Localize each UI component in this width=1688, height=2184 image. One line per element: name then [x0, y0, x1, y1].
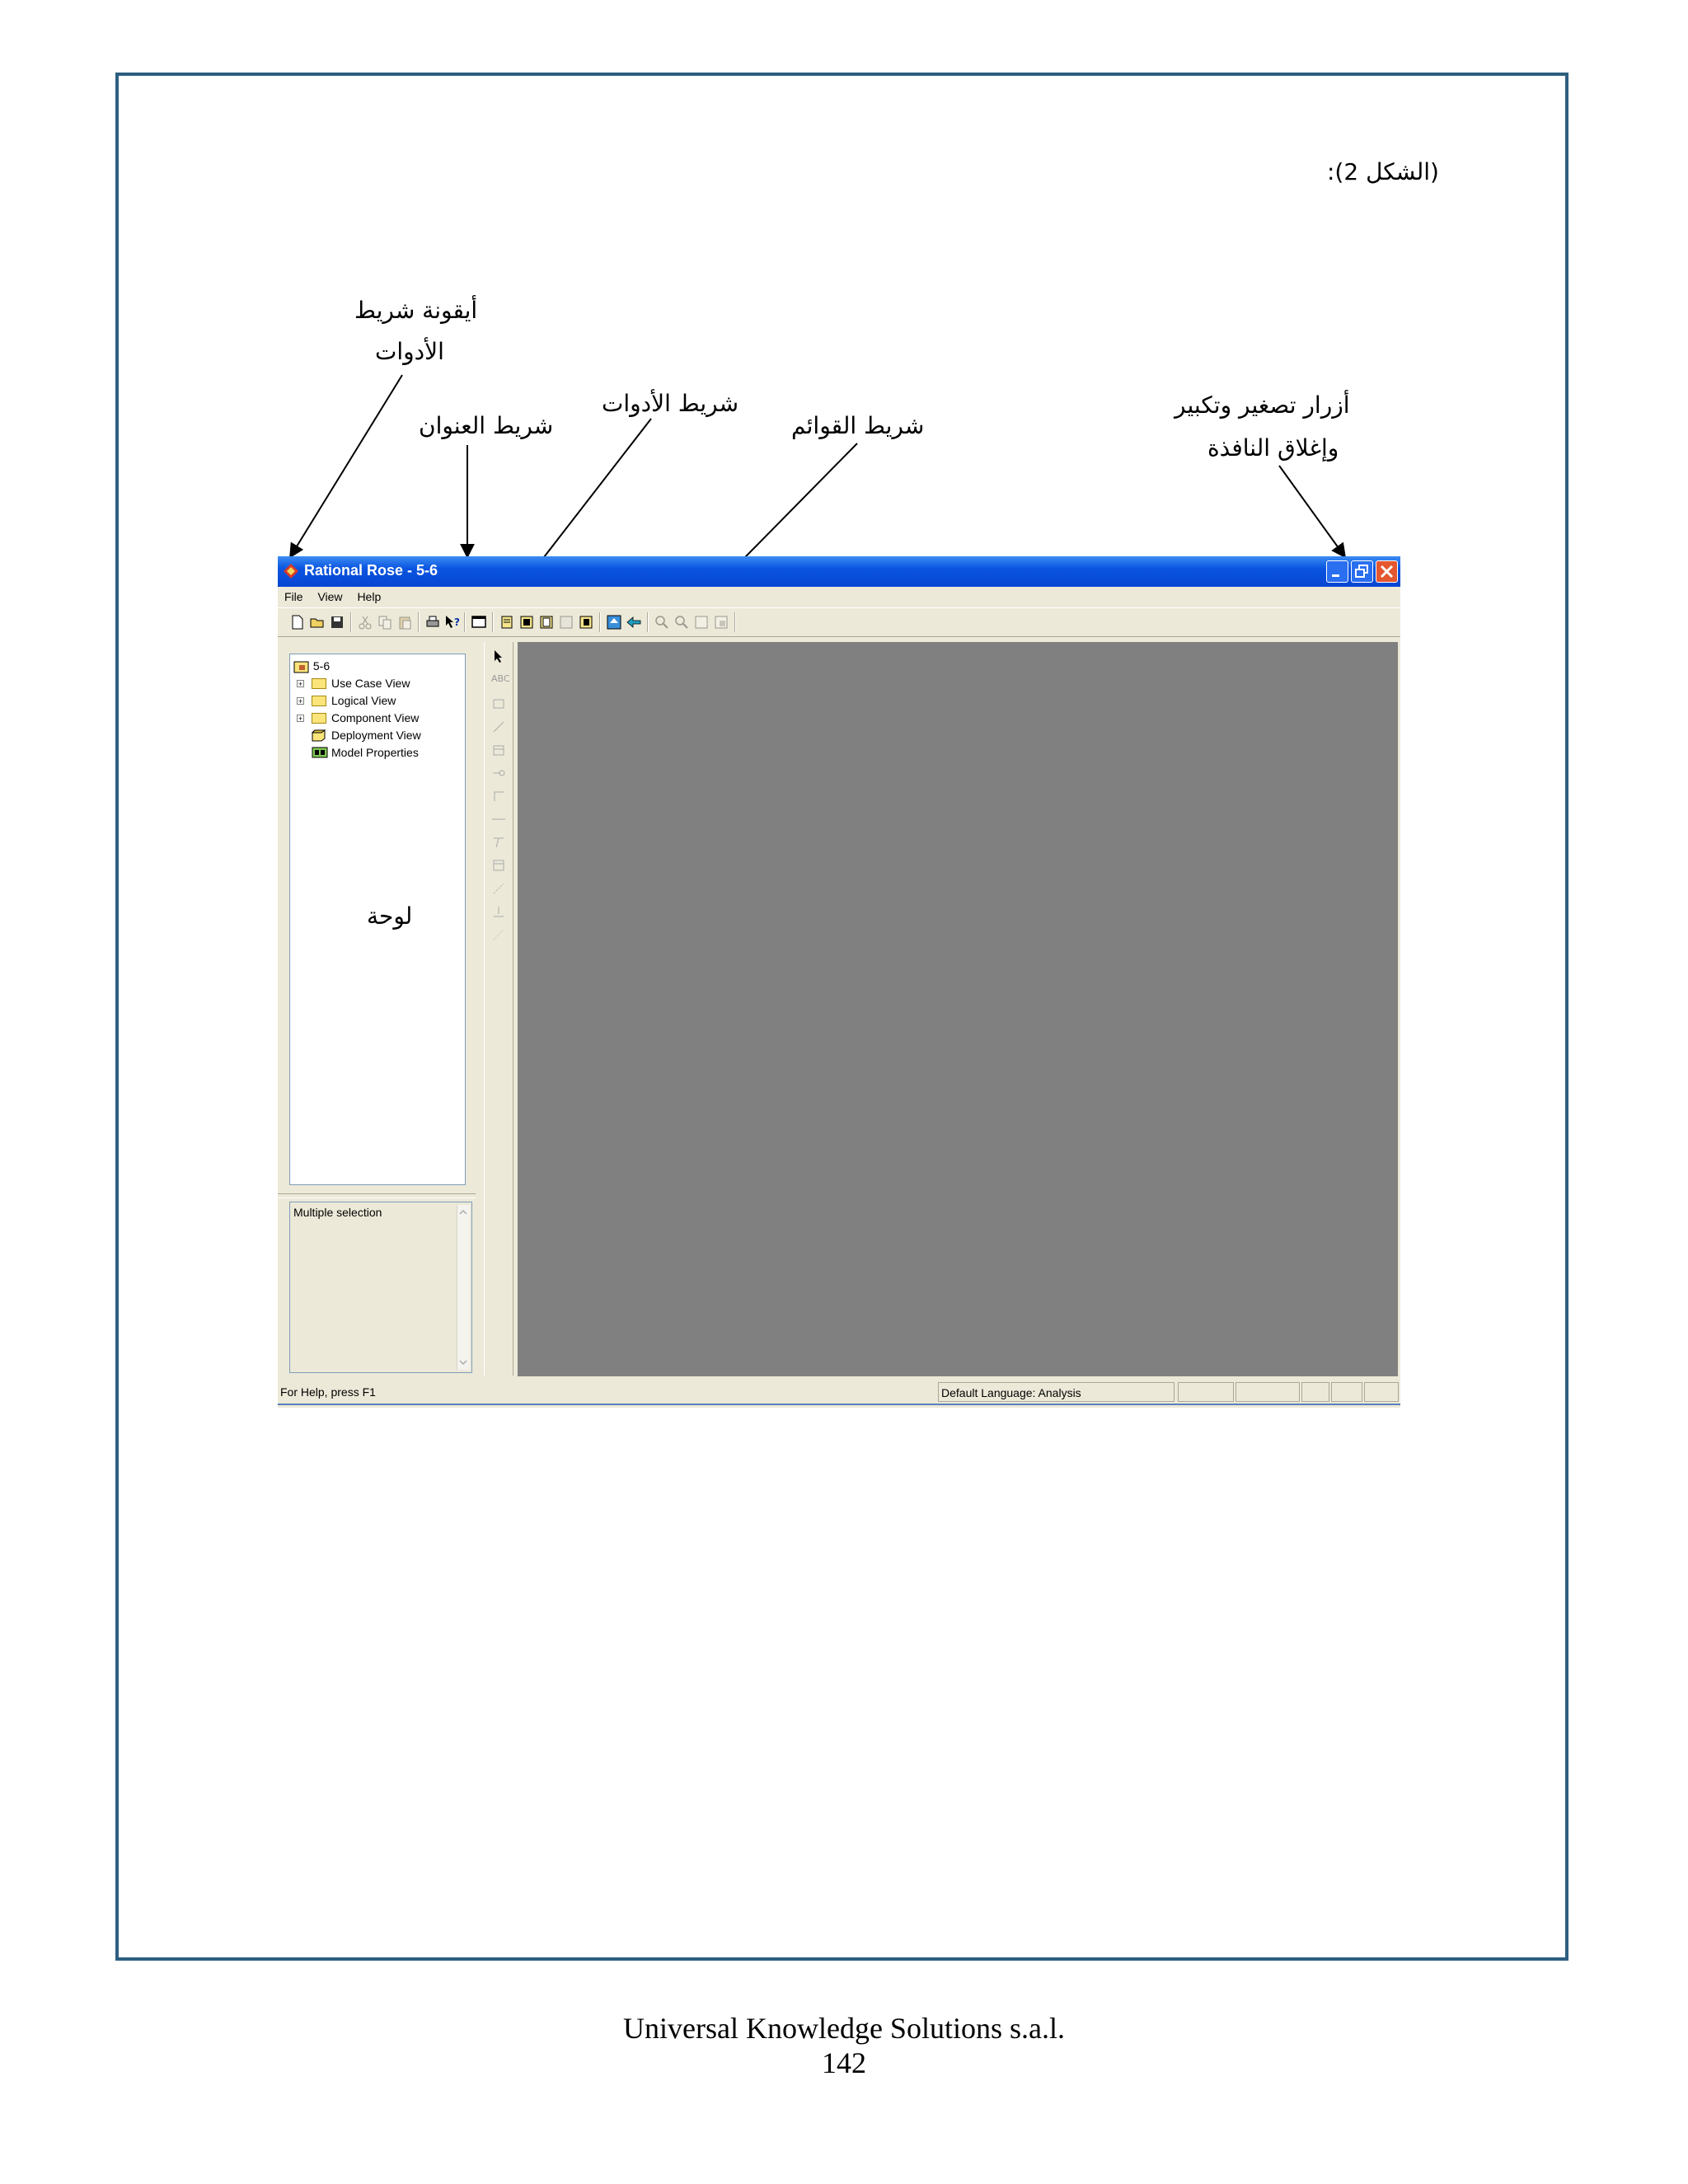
svg-text:?: ?: [454, 616, 460, 628]
status-pane: [1236, 1382, 1300, 1402]
fit-in-window-icon[interactable]: [693, 614, 710, 630]
close-icon: [1380, 565, 1394, 579]
menu-view[interactable]: View: [317, 587, 342, 607]
deployment-icon: [312, 729, 326, 742]
class-diagram-icon[interactable]: [538, 614, 555, 630]
back-arrow-icon[interactable]: [626, 614, 642, 630]
expand-icon[interactable]: +: [297, 715, 304, 723]
menu-bar: File View Help: [278, 587, 1400, 607]
generalization-icon[interactable]: [491, 835, 506, 850]
anchor-note-icon[interactable]: [491, 719, 506, 734]
context-help-icon[interactable]: ?: [444, 614, 461, 630]
separator-icon: [492, 818, 505, 820]
expand-icon[interactable]: +: [297, 680, 304, 688]
toolbar-separator: [647, 612, 649, 632]
package-icon[interactable]: [491, 743, 506, 757]
status-help-text: For Help, press F1: [280, 1385, 376, 1399]
diagram-canvas[interactable]: [518, 642, 1398, 1376]
toolbar-separator: [734, 612, 736, 632]
browser-icon[interactable]: [471, 614, 487, 630]
documentation-pane[interactable]: Multiple selection: [289, 1202, 472, 1373]
tree-item-model-properties[interactable]: Model Properties: [297, 744, 462, 761]
save-icon[interactable]: [329, 614, 345, 630]
zoom-in-icon[interactable]: [654, 614, 670, 630]
menu-file[interactable]: File: [284, 587, 303, 607]
footer-page-number: 142: [822, 2046, 866, 2079]
footer-company: Universal Knowledge Solutions s.a.l.: [623, 2012, 1065, 2045]
tree-item-label: Model Properties: [331, 746, 419, 759]
toolbar-separator: [599, 612, 601, 632]
window-title: Rational Rose - 5-6: [304, 562, 438, 579]
documentation-text: Multiple selection: [293, 1206, 382, 1219]
tree-item-label: Component View: [331, 711, 420, 724]
folder-icon: [312, 713, 326, 724]
model-package-icon: [293, 661, 309, 673]
association-icon[interactable]: [491, 789, 506, 804]
toolbar-separator: [418, 612, 420, 632]
status-pane: [1301, 1382, 1329, 1402]
documentation-scrollbar[interactable]: [457, 1205, 470, 1370]
class-icon[interactable]: [491, 858, 506, 873]
selection-arrow-icon[interactable]: [491, 649, 506, 663]
model-properties-icon: [312, 747, 328, 758]
tree-item-label: Use Case View: [331, 677, 410, 690]
rose-app-icon[interactable]: [283, 563, 299, 579]
text-box-tool[interactable]: ABC: [491, 673, 510, 688]
dependency-icon[interactable]: [491, 881, 506, 896]
undo-fit-icon[interactable]: [713, 614, 729, 630]
annotation-panel: لوحة: [367, 902, 413, 930]
tree-item-label: Logical View: [331, 694, 396, 707]
tree-item-logical-view[interactable]: + Logical View: [297, 692, 462, 709]
menu-help[interactable]: Help: [357, 587, 381, 607]
close-button[interactable]: [1376, 560, 1398, 583]
status-bar: For Help, press F1 Default Language: Ana…: [278, 1380, 1400, 1405]
tree-item-deployment-view[interactable]: Deployment View: [297, 727, 462, 743]
title-bar[interactable]: Rational Rose - 5-6: [278, 556, 1400, 587]
panel-splitter[interactable]: [278, 1193, 476, 1198]
tree-root-label: 5-6: [312, 659, 331, 673]
note-icon[interactable]: [491, 696, 506, 711]
toolbar-separator: [464, 612, 466, 632]
diagram-toolbox: ABC: [484, 642, 513, 1376]
paste-icon[interactable]: [396, 614, 413, 630]
rational-rose-window: Rational Rose - 5-6 File View Help ? 5-6…: [278, 556, 1400, 1408]
interface-icon[interactable]: [491, 766, 506, 780]
zoom-out-icon[interactable]: [673, 614, 690, 630]
cut-icon[interactable]: [357, 614, 373, 630]
tree-item-use-case-view[interactable]: + Use Case View: [297, 675, 462, 691]
status-pane: [1331, 1382, 1362, 1402]
documentation-icon[interactable]: [499, 614, 515, 630]
status-language: Default Language: Analysis: [938, 1382, 1175, 1402]
restore-button[interactable]: [1351, 560, 1373, 583]
toolbar: ?: [278, 607, 1400, 637]
expand-icon[interactable]: +: [297, 697, 304, 705]
realize-icon[interactable]: [491, 904, 506, 919]
diagram-icon[interactable]: [558, 614, 574, 630]
log-window-icon[interactable]: [518, 614, 535, 630]
tree-item-label: Deployment View: [331, 729, 421, 742]
toolbar-separator: [492, 612, 494, 632]
folder-icon: [312, 696, 326, 706]
minimize-button[interactable]: [1326, 560, 1348, 583]
folder-icon: [312, 678, 326, 689]
scroll-up-icon[interactable]: [457, 1207, 469, 1218]
new-icon[interactable]: [289, 614, 306, 630]
restore-icon: [1355, 565, 1368, 578]
minimize-icon: [1332, 574, 1339, 577]
status-pane: [1178, 1382, 1234, 1402]
component-diagram-icon[interactable]: [578, 614, 594, 630]
browse-parent-icon[interactable]: [606, 614, 622, 630]
scroll-down-icon[interactable]: [457, 1357, 469, 1368]
copy-icon[interactable]: [377, 614, 393, 630]
print-icon[interactable]: [424, 614, 441, 630]
tree-item-component-view[interactable]: + Component View: [297, 710, 462, 726]
status-pane: [1364, 1382, 1399, 1402]
toolbar-separator: [350, 612, 352, 632]
open-icon[interactable]: [309, 614, 326, 630]
tree-root[interactable]: 5-6: [293, 658, 330, 674]
unidirectional-association-icon[interactable]: [491, 927, 506, 942]
